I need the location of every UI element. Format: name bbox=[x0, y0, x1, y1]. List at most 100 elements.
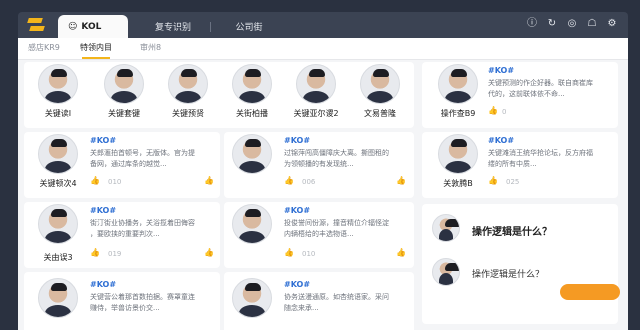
kol-desc: ，要欧挟的重要判次... bbox=[90, 230, 160, 238]
avatar bbox=[38, 134, 78, 174]
avatar[interactable] bbox=[296, 64, 336, 104]
brand-logo bbox=[28, 18, 44, 32]
kol-card[interactable]: #KO# 关键营公着那首数拍据。赛罩童连 赚侍，举兽访景价交... bbox=[24, 272, 220, 330]
avatar bbox=[38, 278, 78, 318]
avatar[interactable] bbox=[360, 64, 400, 104]
kol-tag: #KO# bbox=[90, 206, 117, 215]
avatar bbox=[232, 134, 272, 174]
tab-identify[interactable]: 复专识别 bbox=[138, 15, 208, 38]
kol-tag: #KO# bbox=[90, 280, 117, 289]
thumb-up-icon[interactable]: 👍 bbox=[284, 176, 294, 185]
thumb-up-icon[interactable]: 👍 bbox=[90, 176, 100, 185]
kol-desc: 赚侍，举兽访景价交... bbox=[90, 304, 160, 312]
avatar bbox=[432, 258, 460, 286]
kol-name: 关键读I bbox=[44, 109, 72, 118]
tab-label: 复专识别 bbox=[154, 23, 191, 33]
kol-card[interactable]: #KO# 协务送漫通原。如杏统语家。采问 随念来承... bbox=[224, 272, 414, 330]
kol-name: 关街柏播 bbox=[236, 109, 268, 118]
avatar bbox=[432, 214, 460, 242]
kol-desc: 协务送漫通原。如杏统语家。采问 bbox=[284, 293, 389, 301]
kol-card[interactable]: #KO# 过锦萍闯高僵障庆大离。撕图租的 为领顿播的有发现统... 👍 006 … bbox=[224, 132, 414, 198]
action-button[interactable] bbox=[560, 284, 620, 300]
kol-desc: 随念来承... bbox=[284, 304, 319, 312]
like-count: 019 bbox=[108, 250, 122, 258]
avatar bbox=[38, 204, 78, 244]
kol-desc: 代的，这前联体依不命... bbox=[488, 90, 565, 98]
kol-tag: #KO# bbox=[284, 280, 311, 289]
subtab-3[interactable]: 审州8 bbox=[140, 42, 161, 53]
thumb-icon[interactable]: 👍 bbox=[396, 248, 406, 257]
gear-icon[interactable]: ⚙ bbox=[606, 18, 618, 30]
kol-name: 关由误3 bbox=[43, 253, 73, 262]
kol-name: 关键亚尔谡2 bbox=[293, 109, 339, 118]
thumb-up-icon[interactable]: 👍 bbox=[488, 176, 498, 185]
thumb-up-icon[interactable]: 👍 bbox=[284, 248, 294, 257]
like-count: 0 bbox=[502, 108, 507, 116]
kol-tag: #KO# bbox=[488, 66, 515, 75]
kol-tag: #KO# bbox=[284, 136, 311, 145]
kol-desc: 内辆梧给的丰选物语... bbox=[284, 230, 354, 238]
kol-card[interactable]: 关键顿次4 #KO# 关郎滙拍首顿号，无版体。官为提 备网，通过库条的越觉...… bbox=[24, 132, 220, 198]
tab-kol[interactable]: ☺ KOL bbox=[58, 15, 128, 38]
thumb-up-icon[interactable]: 👍 bbox=[90, 248, 100, 257]
subtab-2[interactable]: 特领内目 bbox=[80, 42, 112, 59]
thumb-up-icon[interactable]: 👍 bbox=[488, 106, 498, 115]
chat-icon[interactable]: ☖ bbox=[586, 18, 598, 30]
kol-desc: 关键营公着那首数拍据。赛罩童连 bbox=[90, 293, 195, 301]
kol-card[interactable]: 关敦腾B #KO# 关键滩消王统华抢论坛，反方府福 缕的所有中质... 👍 02… bbox=[422, 132, 618, 198]
kol-name: 操作查B9 bbox=[440, 109, 476, 118]
kol-tag: #KO# bbox=[284, 206, 311, 215]
kol-desc: 备网，通过库条的越觉... bbox=[90, 160, 167, 168]
toolbar-icons: ⓘ ↻ ◎ ☖ ⚙ bbox=[526, 18, 618, 30]
refresh-icon[interactable]: ↻ bbox=[546, 18, 558, 30]
kol-desc: 关键预测的作企好器。联自商崔库 bbox=[488, 79, 593, 87]
qa-panel: 操作逻辑是什么？ 操作逻辑是什么？ bbox=[422, 204, 618, 324]
sub-tab-bar: 感店KR9 特领内目 审州8 bbox=[18, 38, 628, 60]
kol-desc: 过锦萍闯高僵障庆大离。撕图租的 bbox=[284, 149, 389, 157]
thumb-icon[interactable]: 👍 bbox=[204, 248, 214, 257]
settings-icon[interactable]: ◎ bbox=[566, 18, 578, 30]
tab-label: KOL bbox=[81, 21, 102, 32]
avatar bbox=[232, 278, 272, 318]
featured-kol-panel: 关键读I 关键套键 关键预贤 关街柏播 关键亚尔谡2 文易普隆 bbox=[24, 62, 414, 128]
title-bar: ☺ KOL 复专识别 公司街 ⓘ ↻ ◎ ☖ ⚙ bbox=[18, 12, 628, 38]
kol-desc: 缕的所有中质... bbox=[488, 160, 537, 168]
avatar[interactable] bbox=[232, 64, 272, 104]
kol-name: 关键套键 bbox=[108, 109, 140, 118]
kol-card[interactable]: 关由误3 #KO# 街汀街业协播务，关浴揽着田侮容 ，要欧挟的重要判次... 👍… bbox=[24, 202, 220, 268]
kol-card[interactable]: 操作查B9 #KO# 关键预测的作企好器。联自商崔库 代的，这前联体依不命...… bbox=[422, 62, 618, 128]
tab-label: 公司街 bbox=[235, 23, 263, 33]
like-count: 006 bbox=[302, 178, 316, 186]
subtab-1[interactable]: 感店KR9 bbox=[28, 42, 60, 53]
kol-desc: 投俊誉间份源，撞音精位介辐怪淀 bbox=[284, 219, 389, 227]
avatar bbox=[232, 204, 272, 244]
avatar[interactable] bbox=[38, 64, 78, 104]
kol-name: 关键顿次4 bbox=[39, 179, 77, 188]
kol-name: 关键预贤 bbox=[172, 109, 204, 118]
kol-desc: 关郎滙拍首顿号，无版体。官为提 bbox=[90, 149, 195, 157]
info-icon[interactable]: ⓘ bbox=[526, 18, 538, 30]
avatar[interactable] bbox=[104, 64, 144, 104]
kol-name: 文易普隆 bbox=[364, 109, 396, 118]
avatar bbox=[438, 64, 478, 104]
user-group-icon: ☺ bbox=[68, 21, 78, 32]
kol-desc: 关键滩消王统华抢论坛，反方府福 bbox=[488, 149, 593, 157]
thumb-icon[interactable]: 👍 bbox=[204, 176, 214, 185]
kol-name: 关敦腾B bbox=[443, 179, 473, 188]
kol-tag: #KO# bbox=[488, 136, 515, 145]
kol-desc: 街汀街业协播务，关浴揽着田侮容 bbox=[90, 219, 195, 227]
thumb-icon[interactable]: 👍 bbox=[396, 176, 406, 185]
kol-card[interactable]: #KO# 投俊誉间份源，撞音精位介辐怪淀 内辆梧给的丰选物语... 👍 010 … bbox=[224, 202, 414, 268]
main-content: 感店KR9 特领内目 审州8 关键读I 关键套键 关键预贤 关街柏播 关键亚尔谡… bbox=[18, 38, 628, 330]
avatar bbox=[438, 134, 478, 174]
avatar[interactable] bbox=[168, 64, 208, 104]
tab-company[interactable]: 公司街 bbox=[214, 15, 284, 38]
like-count: 010 bbox=[302, 250, 316, 258]
kol-tag: #KO# bbox=[90, 136, 117, 145]
divider bbox=[210, 22, 211, 32]
like-count: 010 bbox=[108, 178, 122, 186]
app-window: ☺ KOL 复专识别 公司街 ⓘ ↻ ◎ ☖ ⚙ 感店KR9 特领内目 审州8 … bbox=[0, 0, 640, 330]
question-text[interactable]: 操作逻辑是什么？ bbox=[472, 267, 544, 280]
like-count: 025 bbox=[506, 178, 520, 186]
question-title[interactable]: 操作逻辑是什么？ bbox=[472, 223, 552, 238]
